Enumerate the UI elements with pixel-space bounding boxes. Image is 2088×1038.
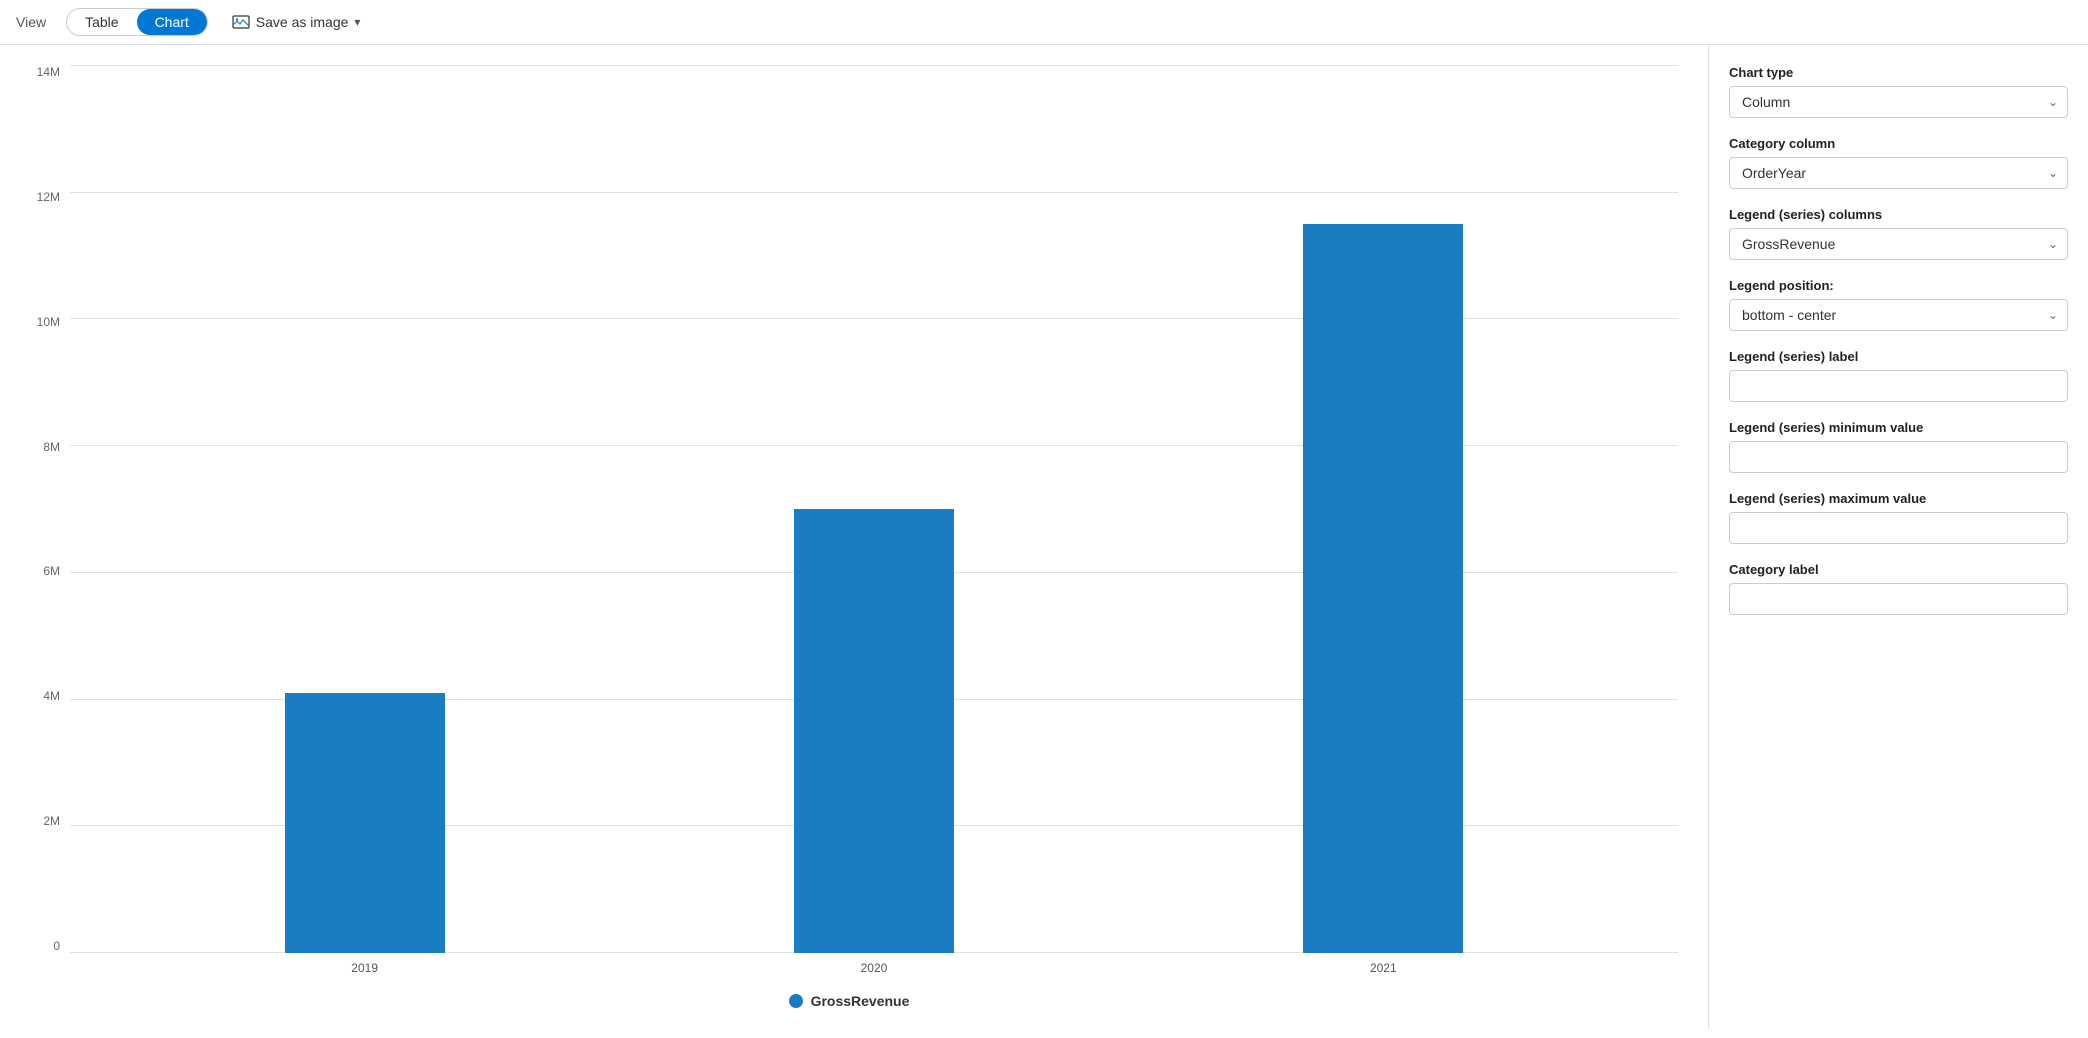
category-label-input[interactable] (1729, 583, 2068, 615)
legend-position-row: Legend position: bottom - centertop - ce… (1729, 278, 2068, 331)
chart-area: 0 2M 4M 6M 8M 10M 12M 14M 2019 2020 2021 GrossRev… (0, 45, 1708, 1029)
chart-legend: GrossRevenue (20, 993, 1678, 1009)
legend-position-label: Legend position: (1729, 278, 2068, 293)
y-axis-label: 14M (37, 65, 60, 79)
chart-button[interactable]: Chart (137, 9, 207, 35)
legend-series-max-label: Legend (series) maximum value (1729, 491, 2068, 506)
category-column-row: Category column OrderYearOrderMonthOrder… (1729, 136, 2068, 189)
chart-inner: 0 2M 4M 6M 8M 10M 12M 14M 2019 2020 2021 (20, 65, 1678, 983)
chart-plot: 2019 2020 2021 (70, 65, 1678, 983)
chart-type-label: Chart type (1729, 65, 2068, 80)
legend-series-max-row: Legend (series) maximum value (1729, 491, 2068, 544)
main-content: 0 2M 4M 6M 8M 10M 12M 14M 2019 2020 2021 GrossRev… (0, 45, 2088, 1029)
chart-container: 0 2M 4M 6M 8M 10M 12M 14M 2019 2020 2021 GrossRev… (20, 65, 1678, 1009)
view-label: View (16, 14, 46, 30)
x-axis-label: 2020 (794, 961, 954, 975)
bar (1303, 224, 1463, 953)
y-axis-label: 8M (43, 440, 60, 454)
legend-series-columns-select-wrapper: GrossRevenueNetRevenueCost ⌄ (1729, 228, 2068, 260)
bar (794, 509, 954, 953)
legend-series-label-row: Legend (series) label (1729, 349, 2068, 402)
save-image-icon (232, 13, 250, 31)
category-label-label: Category label (1729, 562, 2068, 577)
y-axis-label: 10M (37, 315, 60, 329)
chart-type-select[interactable]: ColumnBarLineAreaPie (1729, 86, 2068, 118)
y-axis-label: 2M (43, 814, 60, 828)
category-column-label: Category column (1729, 136, 2068, 151)
legend-series-columns-label: Legend (series) columns (1729, 207, 2068, 222)
chart-type-select-wrapper: ColumnBarLineAreaPie ⌄ (1729, 86, 2068, 118)
save-image-chevron: ▾ (354, 15, 360, 29)
grid-and-bars: 2019 2020 2021 (70, 65, 1678, 983)
x-axis-label: 2019 (285, 961, 445, 975)
legend-series-min-label: Legend (series) minimum value (1729, 420, 2068, 435)
category-column-select-wrapper: OrderYearOrderMonthOrderDate ⌄ (1729, 157, 2068, 189)
legend-series-columns-row: Legend (series) columns GrossRevenueNetR… (1729, 207, 2068, 260)
x-labels: 2019 2020 2021 (70, 953, 1678, 983)
bar (285, 693, 445, 953)
y-axis-label: 0 (53, 939, 60, 953)
view-toggle-group: Table Chart (66, 8, 208, 36)
chart-type-row: Chart type ColumnBarLineAreaPie ⌄ (1729, 65, 2068, 118)
legend-label: GrossRevenue (811, 993, 910, 1009)
save-image-button[interactable]: Save as image ▾ (224, 9, 369, 35)
bars-row (70, 65, 1678, 953)
y-axis-label: 4M (43, 689, 60, 703)
legend-dot (789, 994, 803, 1008)
side-panel: Chart type ColumnBarLineAreaPie ⌄ Catego… (1708, 45, 2088, 1029)
legend-position-select-wrapper: bottom - centertop - centerleftrightnone… (1729, 299, 2068, 331)
legend-series-label-input[interactable] (1729, 370, 2068, 402)
y-axis-label: 6M (43, 564, 60, 578)
legend-series-min-input[interactable] (1729, 441, 2068, 473)
x-axis-label: 2021 (1303, 961, 1463, 975)
y-axis-label: 12M (37, 190, 60, 204)
legend-series-label-label: Legend (series) label (1729, 349, 2068, 364)
save-image-label: Save as image (256, 14, 349, 30)
toolbar: View Table Chart Save as image ▾ (0, 0, 2088, 45)
legend-series-columns-select[interactable]: GrossRevenueNetRevenueCost (1729, 228, 2068, 260)
category-column-select[interactable]: OrderYearOrderMonthOrderDate (1729, 157, 2068, 189)
legend-series-min-row: Legend (series) minimum value (1729, 420, 2068, 473)
y-axis: 0 2M 4M 6M 8M 10M 12M 14M (20, 65, 70, 983)
legend-position-select[interactable]: bottom - centertop - centerleftrightnone (1729, 299, 2068, 331)
table-button[interactable]: Table (67, 9, 136, 35)
category-label-row: Category label (1729, 562, 2068, 615)
legend-series-max-input[interactable] (1729, 512, 2068, 544)
